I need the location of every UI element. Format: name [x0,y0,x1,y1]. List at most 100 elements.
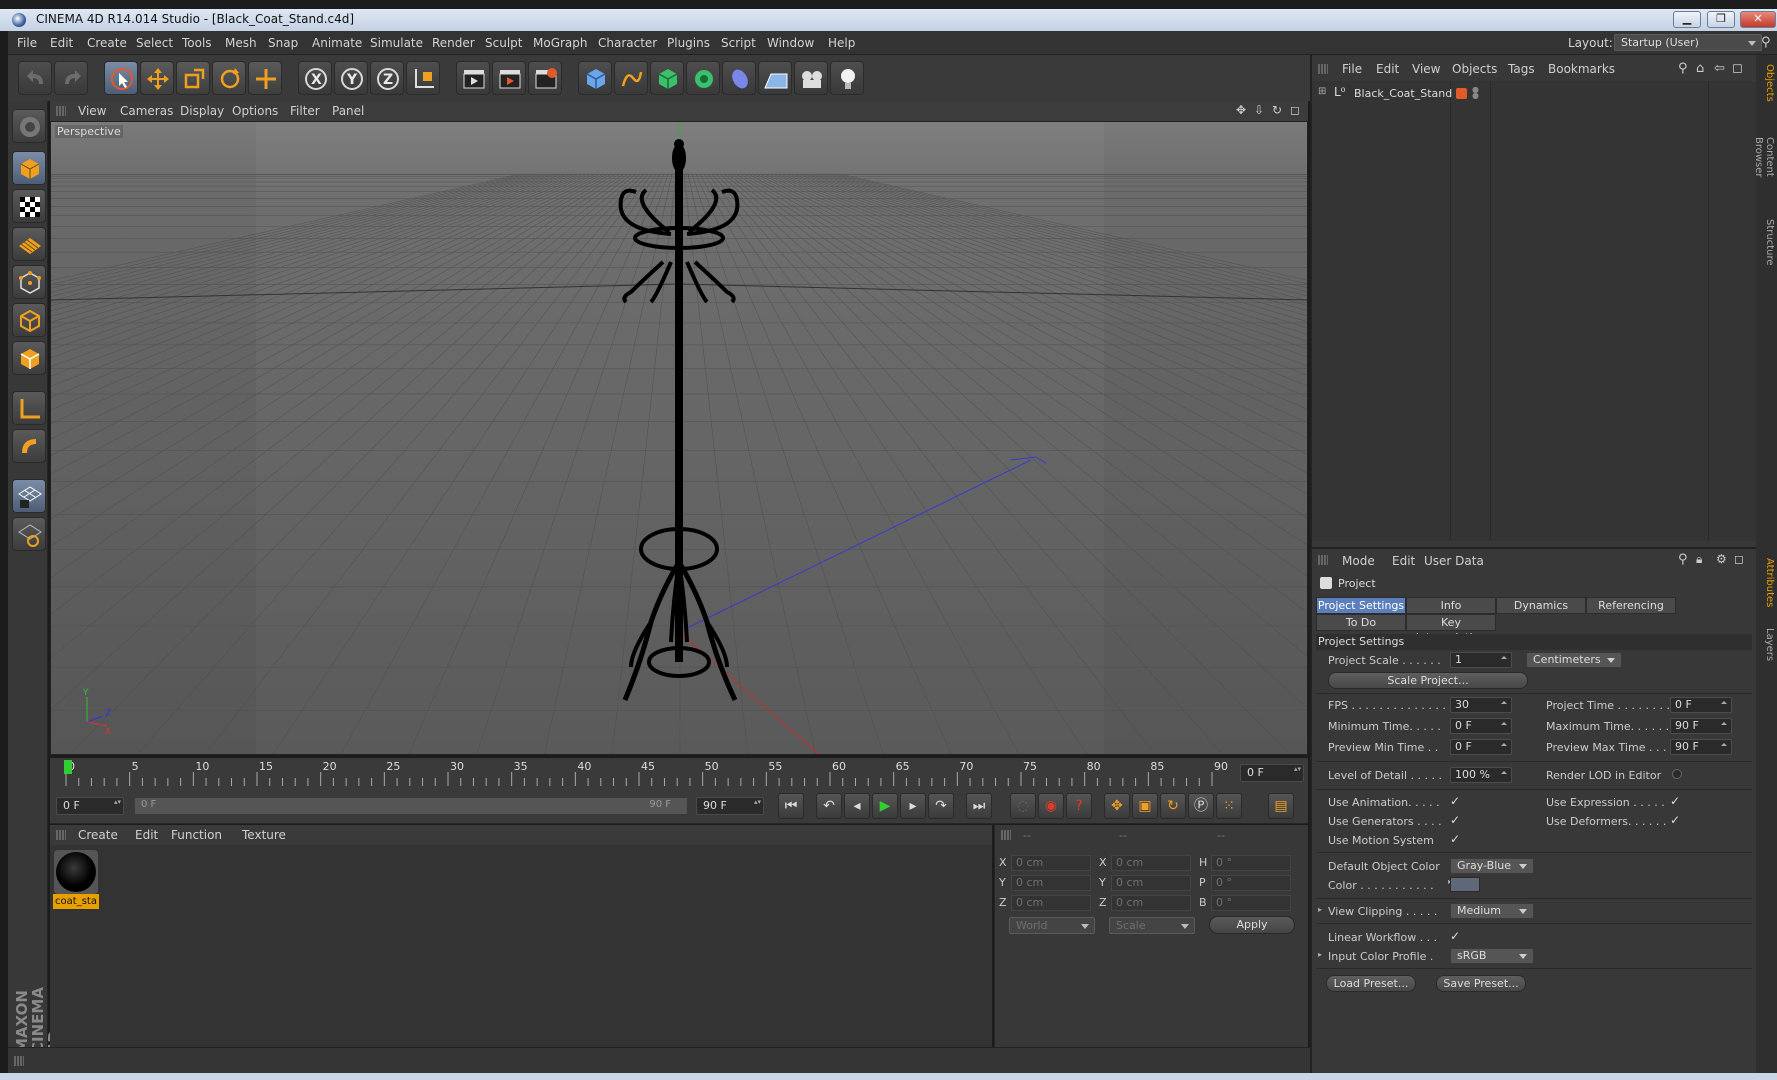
menu-create[interactable]: Create [87,36,127,50]
next-frame-button[interactable]: ▸ [900,793,926,819]
subdivision-surface-button[interactable] [650,61,684,95]
menu-help[interactable]: Help [828,36,855,50]
move-tool-button[interactable] [140,61,174,95]
previous-frame-button[interactable]: ◂ [844,793,870,819]
position-key-button[interactable]: ✥ [1104,793,1130,819]
minimum-time-field[interactable]: 0 F [1450,718,1512,734]
input-color-profile-dropdown[interactable]: sRGB [1450,948,1534,964]
close-button[interactable]: ✕ [1740,11,1776,28]
render-settings-button[interactable] [528,61,562,95]
viewport-menu-options[interactable]: Options [232,104,278,118]
new-panel-icon[interactable]: ◻ [1732,61,1743,76]
workplane-mode-button[interactable] [12,227,46,261]
lock-icon[interactable]: 🔒︎ [1696,552,1702,567]
tab-project-settings[interactable]: Project Settings [1316,597,1406,614]
minimize-button[interactable]: ▁ [1673,11,1701,28]
layout-dropdown[interactable]: Startup (User) [1614,34,1762,51]
side-tab-structure[interactable]: Structure [1758,215,1775,269]
search-icon[interactable]: ⚲ [1678,61,1688,76]
viewport-menu-view[interactable]: View [78,104,106,118]
viewport-move-icon[interactable]: ✥ [1236,103,1246,117]
side-tab-objects[interactable]: Objects [1758,61,1775,105]
menu-plugins[interactable]: Plugins [667,36,710,50]
texture-mode-button[interactable] [12,189,46,223]
deformer-button[interactable] [722,61,756,95]
view-clipping-dropdown[interactable]: Medium [1450,903,1534,919]
side-tab-layers[interactable]: Layers [1758,625,1775,665]
load-preset-button[interactable]: Load Preset... [1326,975,1416,992]
menu-mesh[interactable]: Mesh [225,36,257,50]
objects-menu-file[interactable]: File [1342,62,1362,76]
parameter-key-button[interactable]: Ⓟ [1188,793,1214,819]
spline-pen-button[interactable] [614,61,648,95]
settings-icon[interactable]: ⚙ [1716,552,1727,566]
snapping-button[interactable] [12,479,46,513]
coordinate-mode-dropdown[interactable]: World [1009,917,1095,934]
points-mode-button[interactable] [12,265,46,299]
home-icon[interactable]: ⌂ [1696,61,1704,76]
model-mode-button[interactable] [12,151,46,185]
3d-viewport[interactable]: Y Z X Perspective [50,121,1308,755]
autokeying-button[interactable]: ◉ [1038,793,1064,819]
expand-view-clipping-icon[interactable]: ▸ [1318,905,1322,914]
tab-referencing[interactable]: Referencing [1586,597,1676,614]
axis-mode-button[interactable] [12,391,46,425]
menu-script[interactable]: Script [721,36,756,50]
record-active-objects-button[interactable]: ◌ [1010,793,1036,819]
play-button[interactable]: ▶ [872,793,898,819]
use-expression-checkbox[interactable]: ✓ [1670,795,1682,807]
scale-project-button[interactable]: Scale Project... [1328,672,1528,689]
menu-window[interactable]: Window [767,36,814,50]
start-frame-field[interactable]: 0 F [56,797,124,815]
project-scale-field[interactable]: 1 [1450,652,1512,668]
material-name-label[interactable]: coat_sta [53,894,99,909]
project-scale-unit-dropdown[interactable]: Centimeters [1526,652,1622,668]
menu-character[interactable]: Character [598,36,657,50]
back-icon[interactable]: ⇦ [1714,61,1725,76]
material-menu-create[interactable]: Create [78,828,118,842]
visibility-dots-icon[interactable]: ● ● [1472,86,1479,100]
size-y-field[interactable]: 0 cm [1111,875,1191,891]
x-axis-lock-button[interactable]: X [298,61,332,95]
viewport-menu-cameras[interactable]: Cameras [120,104,173,118]
position-x-field[interactable]: 0 cm [1011,855,1091,871]
object-row-black-coat-stand[interactable]: ⊞ L⁰ Black_Coat_Stand ● ● [1312,85,1758,103]
cube-object-button[interactable] [578,61,612,95]
polygons-mode-button[interactable] [12,341,46,375]
apply-button[interactable]: Apply [1209,916,1295,934]
go-to-next-key-button[interactable]: ↷ [928,793,954,819]
menu-select[interactable]: Select [136,36,173,50]
preview-min-time-field[interactable]: 0 F [1450,739,1512,755]
objects-menu-bookmarks[interactable]: Bookmarks [1548,62,1615,76]
use-motion-system-checkbox[interactable]: ✓ [1450,833,1462,845]
linear-workflow-checkbox[interactable]: ✓ [1450,930,1462,942]
menu-simulate[interactable]: Simulate [370,36,423,50]
search-icon[interactable]: ⚲ [1678,552,1688,567]
timeline-ruler[interactable]: 051015202530354045505560657075808590 0 F [50,758,1308,788]
material-menu-texture[interactable]: Texture [242,828,286,842]
go-to-start-button[interactable]: ⏮ [778,793,804,819]
viewport-maximize-icon[interactable]: ◻ [1290,103,1300,117]
color-swatch[interactable] [1450,877,1480,892]
viewport-menu-display[interactable]: Display [180,104,224,118]
menu-file[interactable]: File [17,36,37,50]
material-manager-area[interactable]: coat_sta [50,845,992,1047]
save-preset-button[interactable]: Save Preset... [1436,975,1526,992]
position-y-field[interactable]: 0 cm [1011,875,1091,891]
object-name[interactable]: Black_Coat_Stand [1354,87,1452,100]
layer-color-tag[interactable] [1456,88,1467,99]
render-view-button[interactable] [456,61,490,95]
tweak-mode-button[interactable] [12,429,46,463]
preview-max-time-field[interactable]: 90 F [1670,739,1732,755]
size-z-field[interactable]: 0 cm [1111,895,1191,911]
side-tab-attributes[interactable]: Attributes [1758,555,1775,611]
viewport-menu-panel[interactable]: Panel [332,104,364,118]
attributes-menu-mode[interactable]: Mode [1342,554,1375,568]
point-level-animation-button[interactable]: ⁙ [1216,793,1242,819]
project-time-field[interactable]: 0 F [1670,697,1732,713]
tab-dynamics[interactable]: Dynamics [1496,597,1586,614]
use-animation-checkbox[interactable]: ✓ [1450,795,1462,807]
material-menu-function[interactable]: Function [171,828,222,842]
make-editable-button[interactable] [12,109,46,143]
array-object-button[interactable] [686,61,720,95]
